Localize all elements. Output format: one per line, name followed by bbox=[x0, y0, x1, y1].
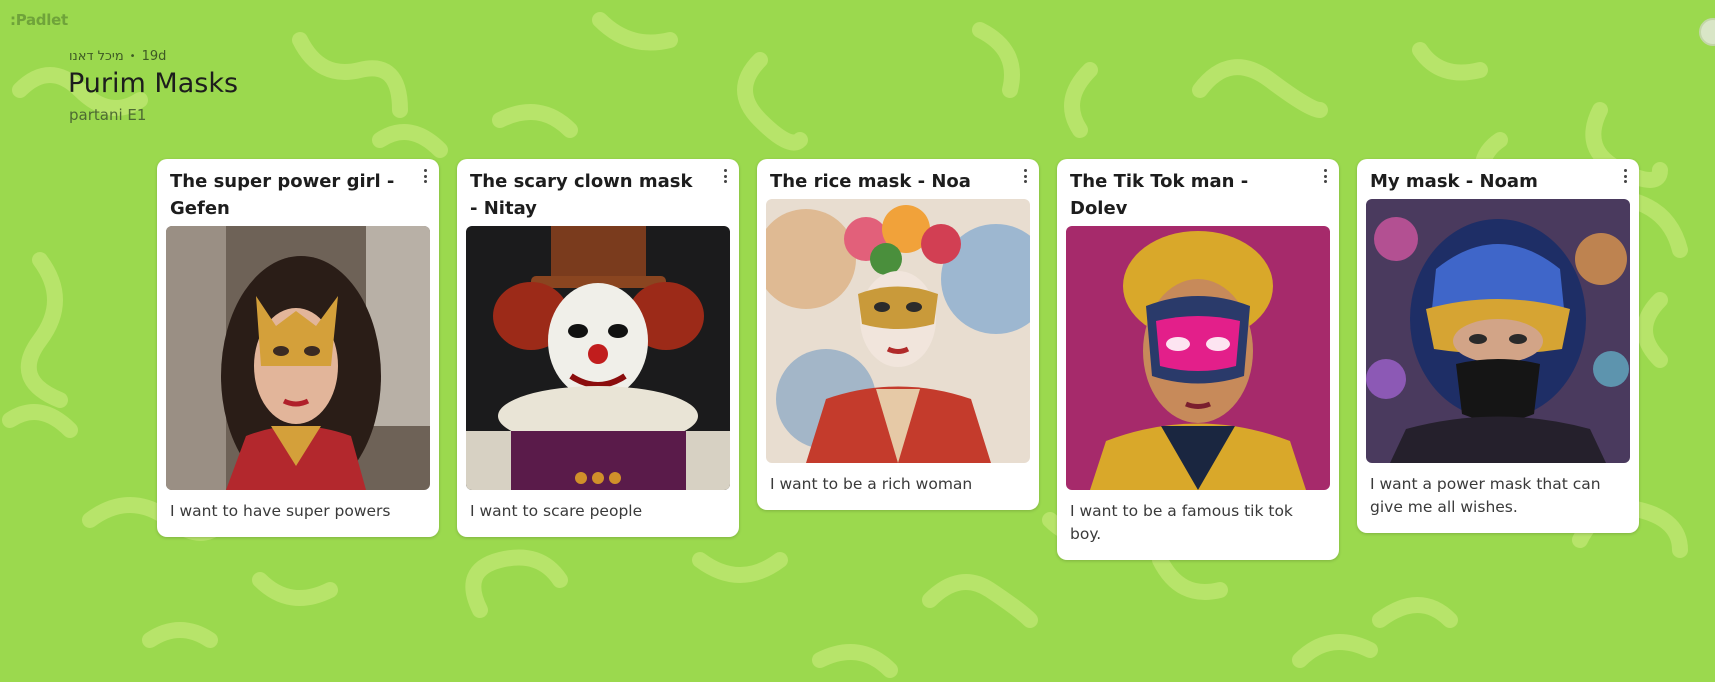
board-subtitle: partani E1 bbox=[69, 106, 147, 124]
post-title: The super power girl - Gefen bbox=[170, 171, 395, 219]
board-title: Purim Masks bbox=[68, 68, 239, 99]
post-title: The scary clown mask - Nitay bbox=[470, 171, 693, 219]
more-options-icon[interactable] bbox=[1619, 167, 1631, 185]
post-image[interactable] bbox=[1366, 199, 1630, 463]
post-grid: The super power girl - Gefen I want to h… bbox=[157, 159, 1639, 560]
padlet-logo[interactable]: :Padlet bbox=[10, 11, 68, 29]
separator-dot-icon: • bbox=[129, 51, 136, 62]
post-body: I want to be a rich woman bbox=[770, 475, 973, 493]
post-card[interactable]: The Tik Tok man - Dolev I want to be a f… bbox=[1057, 159, 1339, 560]
post-image[interactable] bbox=[166, 226, 430, 490]
post-body: I want to scare people bbox=[470, 502, 643, 520]
post-title: The rice mask - Noa bbox=[770, 171, 971, 192]
post-image[interactable] bbox=[766, 199, 1030, 463]
more-options-icon[interactable] bbox=[419, 167, 431, 185]
post-body: I want to be a famous tik tok boy. bbox=[1070, 502, 1293, 543]
post-title: The Tik Tok man - Dolev bbox=[1070, 171, 1249, 219]
author-name: מיכל דאנו bbox=[69, 49, 124, 64]
post-card[interactable]: The super power girl - Gefen I want to h… bbox=[157, 159, 439, 537]
board-age: 19d bbox=[141, 49, 167, 64]
post-body: I want to have super powers bbox=[170, 502, 391, 520]
more-options-icon[interactable] bbox=[719, 167, 731, 185]
more-options-icon[interactable] bbox=[1319, 167, 1331, 185]
post-image[interactable] bbox=[1066, 226, 1330, 490]
post-card[interactable]: The rice mask - Noa I want to be a rich … bbox=[757, 159, 1039, 510]
board-meta: מיכל דאנו • 19d bbox=[69, 49, 166, 64]
post-image[interactable] bbox=[466, 226, 730, 490]
post-title: My mask - Noam bbox=[1370, 171, 1538, 192]
post-card[interactable]: The scary clown mask - Nitay I want to s… bbox=[457, 159, 739, 537]
post-card[interactable]: My mask - Noam I want a power mask that … bbox=[1357, 159, 1639, 533]
post-body: I want a power mask that can give me all… bbox=[1370, 475, 1601, 516]
more-options-icon[interactable] bbox=[1019, 167, 1031, 185]
